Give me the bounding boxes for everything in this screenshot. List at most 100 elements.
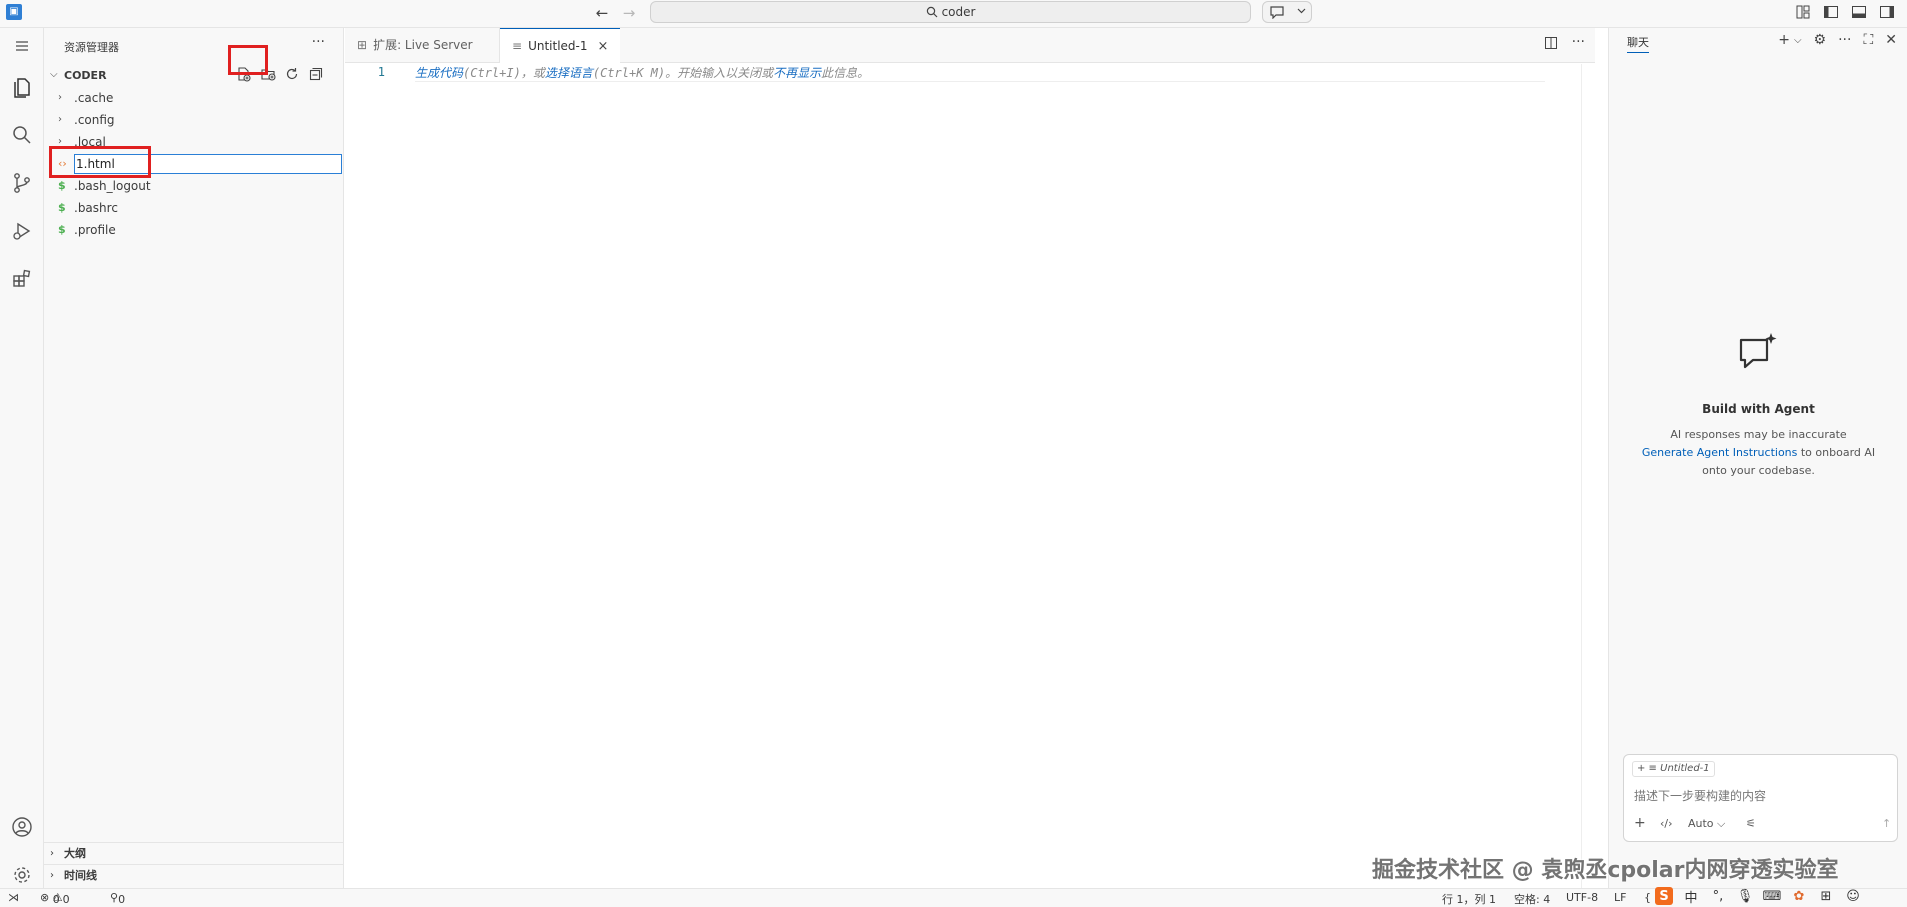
activity-bar	[0, 28, 44, 888]
more-actions-icon[interactable]: ···	[1572, 35, 1585, 53]
extensions-icon[interactable]	[6, 263, 38, 295]
send-icon[interactable]: ↑	[1882, 817, 1891, 830]
chevron-down-icon[interactable]: ⌵	[1794, 35, 1802, 46]
cursor-position[interactable]: 行 1，列 1	[1442, 891, 1496, 907]
tree-item-config[interactable]: › .config	[44, 109, 344, 131]
app-logo-icon: ▣	[6, 4, 22, 20]
context-chip[interactable]: + ≡ Untitled-1	[1632, 761, 1715, 777]
skin-icon[interactable]: ✿	[1790, 887, 1808, 905]
agent-chat-icon	[1737, 332, 1781, 375]
new-chat-icon[interactable]: +	[1778, 32, 1790, 48]
tree-item-label: .bash_logout	[74, 179, 151, 193]
tree-item-label: .profile	[74, 223, 116, 237]
problems-status[interactable]: ⊗ 0 ⚠ 0	[40, 891, 70, 906]
status-bar: ⋊ ⊗ 0 ⚠ 0 ⚲ 0 行 1，列 1 空格: 4 UTF-8 LF {	[0, 888, 1907, 907]
split-editor-icon[interactable]	[1544, 36, 1558, 53]
chevron-right-icon: ›	[58, 136, 62, 147]
ports-count: 0	[118, 893, 126, 906]
new-file-icon[interactable]	[236, 66, 252, 82]
select-language-link[interactable]: 选择语言	[545, 66, 593, 80]
close-icon[interactable]: ✕	[1885, 32, 1897, 48]
error-count: 0	[52, 893, 60, 906]
outline-section[interactable]: › 大纲	[44, 842, 344, 864]
explorer-sidebar: 资源管理器 ··· ⌵ CODER › .cache › .config › .…	[44, 28, 344, 888]
agent-desc-text: to onboard AI	[1797, 446, 1876, 459]
run-debug-icon[interactable]	[6, 215, 38, 247]
language-mode-status[interactable]: {	[1644, 891, 1651, 904]
mode-picker[interactable]: Auto ⌵	[1688, 817, 1725, 831]
copilot-button[interactable]	[1262, 1, 1312, 23]
generate-code-link[interactable]: 生成代码	[415, 66, 463, 80]
configure-tools-icon[interactable]: ⚟	[1746, 817, 1756, 830]
tree-item-bashrc[interactable]: $ .bashrc	[44, 197, 344, 219]
hint-text: 此信息。	[821, 66, 870, 80]
shell-file-icon: $	[58, 223, 66, 236]
warning-count: 0	[62, 893, 70, 906]
eol-status[interactable]: LF	[1614, 891, 1626, 904]
encoding-status[interactable]: UTF-8	[1566, 891, 1598, 904]
explorer-more-button[interactable]: ···	[312, 34, 325, 50]
microphone-icon[interactable]: 🎙	[1736, 887, 1754, 905]
tools-icon[interactable]: ‹/›	[1660, 817, 1673, 830]
agent-desc-line: Generate Agent Instructions to onboard A…	[1609, 444, 1907, 462]
rename-input[interactable]	[74, 154, 342, 174]
close-icon[interactable]: ×	[598, 39, 609, 54]
back-button[interactable]: ←	[592, 3, 612, 23]
chevron-right-icon: ›	[50, 848, 54, 859]
toolbox-icon[interactable]: ⊞	[1817, 887, 1835, 905]
tab-untitled-1[interactable]: ≡ Untitled-1 ×	[500, 28, 620, 64]
tree-item-cache[interactable]: › .cache	[44, 87, 344, 109]
search-icon	[926, 6, 937, 18]
tree-item-bash-logout[interactable]: $ .bash_logout	[44, 175, 344, 197]
chat-actions: + ⌵ ⚙ ··· ⛶ ✕	[1778, 32, 1897, 48]
dont-show-again-link[interactable]: 不再显示	[773, 66, 821, 80]
shell-file-icon: $	[58, 179, 66, 192]
layout-controls	[1795, 4, 1895, 20]
tree-item-profile[interactable]: $ .profile	[44, 219, 344, 241]
indentation-status[interactable]: 空格: 4	[1514, 891, 1550, 907]
tab-chat[interactable]: 聊天	[1627, 34, 1649, 53]
source-control-icon[interactable]	[6, 167, 38, 199]
ports-status[interactable]: ⚲ 0	[110, 891, 125, 906]
settings-gear-icon[interactable]: ⚙	[1814, 32, 1827, 48]
toggle-primary-sidebar-icon[interactable]	[1823, 4, 1839, 20]
remote-icon[interactable]: ⋊	[8, 891, 19, 904]
search-icon[interactable]	[6, 119, 38, 151]
chevron-right-icon: ›	[58, 114, 62, 125]
forward-button[interactable]: →	[619, 3, 639, 23]
sogou-logo-icon[interactable]: S	[1655, 887, 1673, 905]
agent-title: Build with Agent	[1702, 402, 1815, 416]
tree-item-local[interactable]: › .local	[44, 131, 344, 153]
timeline-section[interactable]: › 时间线	[44, 864, 344, 886]
timeline-label: 时间线	[64, 869, 97, 882]
refresh-icon[interactable]	[284, 66, 300, 82]
toggle-secondary-sidebar-icon[interactable]	[1879, 4, 1895, 20]
account-icon[interactable]	[6, 811, 38, 843]
more-actions-icon[interactable]: ···	[1838, 32, 1851, 48]
editor-scrollbar[interactable]	[1581, 64, 1595, 888]
new-folder-icon[interactable]	[260, 66, 276, 82]
add-context-icon[interactable]: +	[1634, 816, 1646, 830]
avatar-icon[interactable]: ☺	[1844, 887, 1862, 905]
file-lines-icon: ≡	[512, 39, 523, 53]
toggle-panel-icon[interactable]	[1851, 4, 1867, 20]
menu-icon[interactable]	[6, 30, 38, 62]
collapse-all-icon[interactable]	[308, 66, 324, 82]
editor-area[interactable]: 1 生成代码(Ctrl+I)，或选择语言(Ctrl+K M)。开始输入以关闭或不…	[345, 64, 1595, 888]
tree-item-rename: ‹›	[44, 153, 344, 175]
command-center-search[interactable]: coder	[650, 1, 1251, 23]
keyboard-icon[interactable]: ⌨	[1763, 887, 1782, 905]
line-number: 1	[377, 65, 385, 79]
punctuation-icon[interactable]: °,	[1709, 887, 1727, 905]
ime-language[interactable]: 中	[1682, 887, 1700, 906]
customize-layout-icon[interactable]	[1795, 4, 1811, 20]
generate-instructions-link[interactable]: Generate Agent Instructions	[1642, 446, 1798, 459]
chat-input[interactable]: + ≡ Untitled-1 描述下一步要构建的内容 + ‹/› Auto ⌵ …	[1623, 754, 1898, 842]
settings-gear-icon[interactable]	[6, 859, 38, 891]
explorer-icon[interactable]	[6, 71, 38, 103]
tab-label: 扩展: Live Server	[373, 38, 473, 52]
maximize-icon[interactable]: ⛶	[1863, 32, 1873, 48]
agent-description: AI responses may be inaccurate Generate …	[1609, 426, 1907, 480]
tab-live-server[interactable]: ⊞ 扩展: Live Server	[345, 28, 500, 63]
context-chip-label: Untitled-1	[1660, 763, 1710, 774]
